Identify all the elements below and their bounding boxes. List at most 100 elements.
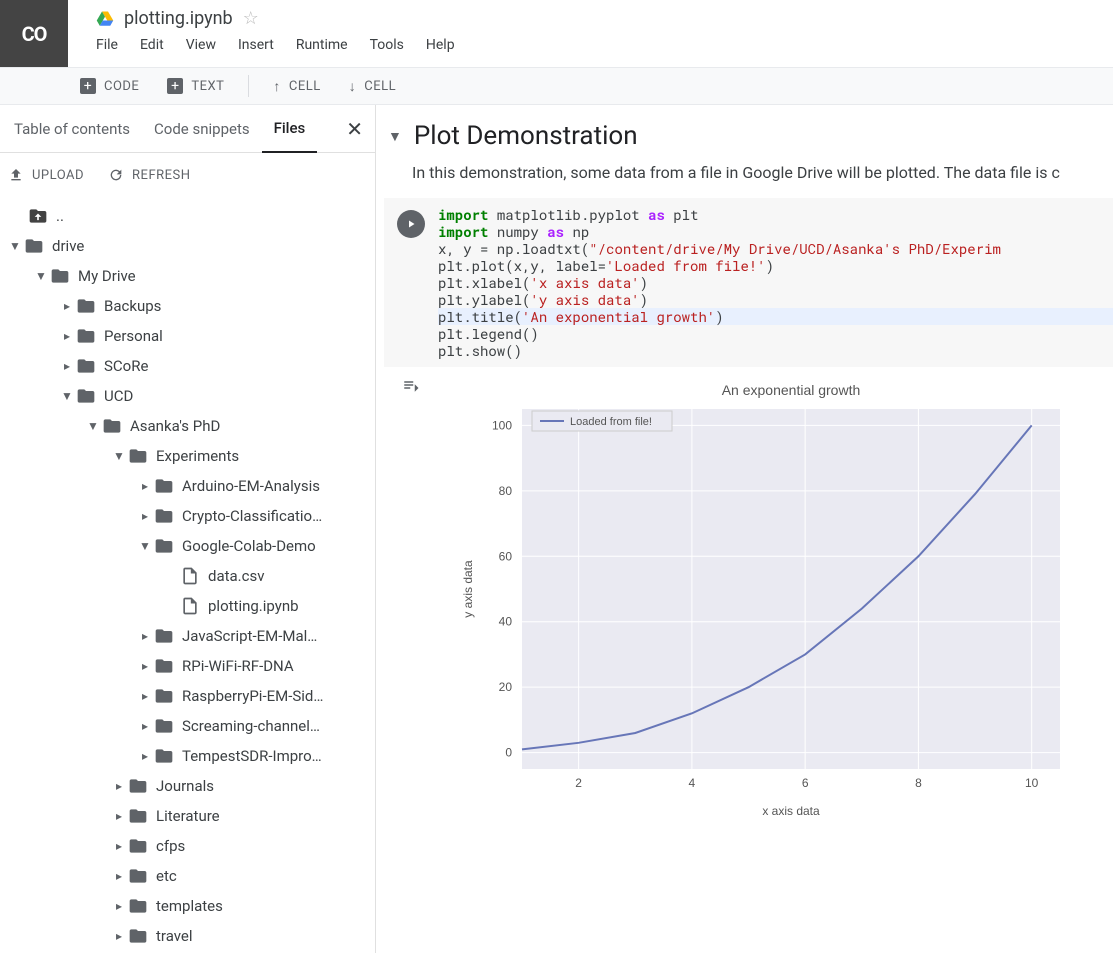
chevron-right-icon[interactable]: ▸ — [58, 359, 76, 373]
upload-button[interactable]: UPLOAD — [8, 167, 84, 183]
menu-edit[interactable]: Edit — [140, 37, 164, 53]
tree-folder-score[interactable]: ▸SCoRe — [0, 351, 375, 381]
tree-file-plotting-ipynb[interactable]: plotting.ipynb — [0, 591, 375, 621]
tree-up[interactable]: .. — [0, 201, 375, 231]
tree-label: Asanka's PhD — [130, 417, 220, 435]
tree-folder-rpi-wifi-rf-dna[interactable]: ▸ RPi-WiFi-RF-DNA — [0, 651, 375, 681]
sidebar-tabs: Table of contentsCode snippetsFiles ✕ — [0, 105, 375, 153]
chevron-down-icon[interactable]: ▼ — [110, 449, 128, 463]
cell-up-button[interactable]: ↑CELL — [261, 74, 332, 99]
sidebar-tab-files[interactable]: Files — [262, 105, 318, 153]
chevron-down-icon[interactable]: ▼ — [136, 539, 154, 553]
chevron-right-icon[interactable]: ▸ — [136, 689, 154, 703]
chevron-right-icon[interactable]: ▸ — [136, 479, 154, 493]
tree-label: My Drive — [78, 267, 136, 285]
close-icon[interactable]: ✕ — [340, 117, 369, 141]
tree-label: etc — [156, 867, 177, 885]
chevron-right-icon[interactable]: ▸ — [58, 329, 76, 343]
chevron-right-icon[interactable]: ▸ — [136, 659, 154, 673]
tree-folder-tempestsdr-impro-[interactable]: ▸TempestSDR-Impro… — [0, 741, 375, 771]
tree-folder-screaming-channel-[interactable]: ▸ Screaming-channel… — [0, 711, 375, 741]
output-toggle-icon[interactable] — [402, 379, 420, 397]
chevron-right-icon[interactable]: ▸ — [58, 299, 76, 313]
run-cell-button[interactable] — [397, 210, 425, 238]
menu-view[interactable]: View — [186, 37, 216, 53]
tree-label: RaspberryPi-EM-Sid… — [182, 687, 323, 705]
svg-text:8: 8 — [915, 776, 922, 790]
document-title[interactable]: plotting.ipynb — [124, 8, 233, 29]
svg-text:2: 2 — [575, 776, 582, 790]
svg-text:80: 80 — [499, 484, 513, 498]
sidebar-tab-code-snippets[interactable]: Code snippets — [142, 106, 262, 152]
tree-folder-templates[interactable]: ▸ templates — [0, 891, 375, 921]
refresh-button[interactable]: REFRESH — [108, 167, 190, 183]
chevron-right-icon[interactable]: ▸ — [110, 869, 128, 883]
code-editor[interactable]: import matplotlib.pyplot as pltimport nu… — [438, 206, 1113, 359]
tree-folder-travel[interactable]: ▸ travel — [0, 921, 375, 951]
menu-tools[interactable]: Tools — [370, 37, 404, 53]
tree-label: Screaming-channel… — [182, 717, 320, 735]
tree-folder-my-drive[interactable]: ▼ My Drive — [0, 261, 375, 291]
star-icon[interactable]: ☆ — [243, 8, 259, 29]
tree-folder-experiments[interactable]: ▼Experiments — [0, 441, 375, 471]
tree-label: travel — [156, 927, 193, 945]
tree-folder-journals[interactable]: ▸Journals — [0, 771, 375, 801]
arrow-up-icon: ↑ — [273, 78, 281, 95]
tree-label: Personal — [104, 327, 163, 345]
svg-text:40: 40 — [499, 615, 513, 629]
tree-folder-javascript-em-mal-[interactable]: ▸JavaScript-EM-Mal… — [0, 621, 375, 651]
tree-folder-google-colab-demo[interactable]: ▼ Google-Colab-Demo — [0, 531, 375, 561]
tree-folder-etc[interactable]: ▸ etc — [0, 861, 375, 891]
tree-folder-drive[interactable]: ▼drive — [0, 231, 375, 261]
chevron-down-icon[interactable]: ▼ — [84, 419, 102, 433]
tree-folder-crypto-classificatio-[interactable]: ▸Crypto-Classificatio… — [0, 501, 375, 531]
notebook-area[interactable]: ▼ Plot Demonstration In this demonstrati… — [376, 105, 1113, 953]
arrow-down-icon: ↓ — [349, 78, 357, 95]
file-tree[interactable]: ..▼drive▼My Drive▸Backups▸Personal▸SCoRe… — [0, 197, 375, 953]
chevron-right-icon[interactable]: ▸ — [110, 779, 128, 793]
tree-label: UCD — [104, 387, 133, 405]
tree-label: Google-Colab-Demo — [182, 537, 316, 555]
tree-folder-personal[interactable]: ▸ Personal — [0, 321, 375, 351]
svg-text:6: 6 — [802, 776, 809, 790]
chevron-right-icon[interactable]: ▸ — [136, 509, 154, 523]
svg-text:x axis data: x axis data — [762, 804, 820, 818]
menu-insert[interactable]: Insert — [238, 37, 274, 53]
chevron-down-icon[interactable]: ▼ — [6, 239, 24, 253]
chevron-right-icon[interactable]: ▸ — [110, 809, 128, 823]
tree-label: Backups — [104, 297, 161, 315]
play-icon — [405, 218, 417, 230]
tree-folder-raspberrypi-em-sid-[interactable]: ▸ RaspberryPi-EM-Sid… — [0, 681, 375, 711]
chevron-right-icon[interactable]: ▸ — [110, 929, 128, 943]
menu-file[interactable]: File — [96, 37, 118, 53]
sidebar-tab-table-of-contents[interactable]: Table of contents — [2, 106, 142, 152]
tree-folder-literature[interactable]: ▸Literature — [0, 801, 375, 831]
chevron-right-icon[interactable]: ▸ — [136, 629, 154, 643]
chevron-down-icon[interactable]: ▼ — [32, 269, 50, 283]
tree-folder-cfps[interactable]: ▸cfps — [0, 831, 375, 861]
tree-folder-backups[interactable]: ▸ Backups — [0, 291, 375, 321]
cell-down-button[interactable]: ↓CELL — [337, 74, 408, 99]
add-code-button[interactable]: +CODE — [68, 74, 151, 98]
code-cell[interactable]: import matplotlib.pyplot as pltimport nu… — [384, 198, 1113, 367]
tree-label: RPi-WiFi-RF-DNA — [182, 657, 294, 675]
chevron-right-icon[interactable]: ▸ — [136, 749, 154, 763]
chevron-right-icon[interactable]: ▸ — [110, 839, 128, 853]
tree-label: Arduino-EM-Analysis — [182, 477, 320, 495]
chevron-right-icon[interactable]: ▸ — [136, 719, 154, 733]
tree-folder-asanka-s-phd[interactable]: ▼ Asanka's PhD — [0, 411, 375, 441]
refresh-icon — [108, 167, 124, 183]
colab-logo[interactable]: CO — [0, 0, 68, 67]
chevron-down-icon[interactable]: ▼ — [58, 389, 76, 403]
tree-folder-arduino-em-analysis[interactable]: ▸ Arduino-EM-Analysis — [0, 471, 375, 501]
section-toggle-icon[interactable]: ▼ — [388, 128, 402, 145]
add-text-button[interactable]: +TEXT — [155, 74, 236, 98]
tree-folder-ucd[interactable]: ▼ UCD — [0, 381, 375, 411]
chevron-right-icon[interactable]: ▸ — [110, 899, 128, 913]
svg-text:Loaded from file!: Loaded from file! — [570, 416, 652, 428]
menu-help[interactable]: Help — [426, 37, 455, 53]
tree-label: templates — [156, 897, 223, 915]
svg-text:An exponential growth: An exponential growth — [722, 382, 861, 398]
tree-file-data-csv[interactable]: data.csv — [0, 561, 375, 591]
menu-runtime[interactable]: Runtime — [296, 37, 348, 53]
